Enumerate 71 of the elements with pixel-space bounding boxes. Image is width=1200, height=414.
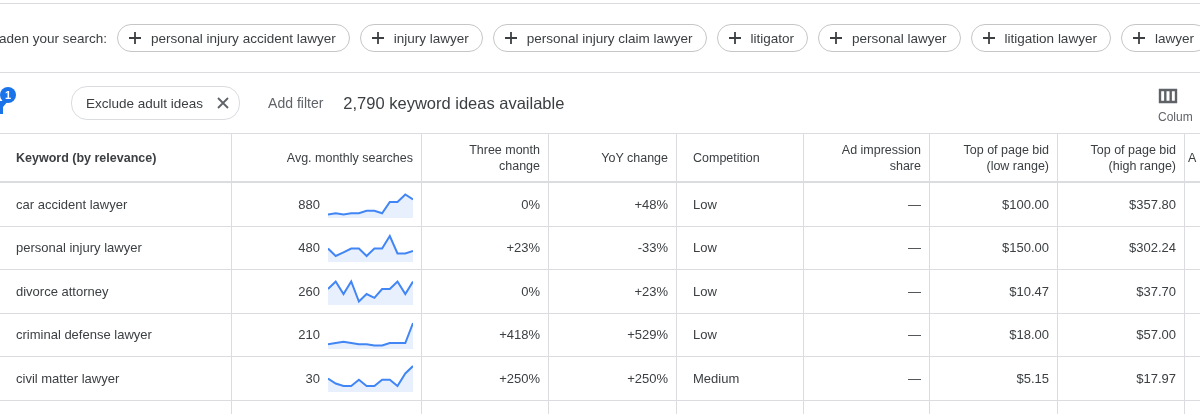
- column-header[interactable]: Keyword (by relevance): [0, 134, 232, 183]
- keyword-chip[interactable]: personal lawyer: [818, 24, 961, 52]
- keyword-chip[interactable]: lawyer: [1120, 24, 1200, 52]
- table-cell: criminal defense lawyer: [16, 327, 152, 343]
- column-header[interactable]: Avg. monthly searches: [232, 134, 422, 183]
- table-cell: $18.00: [1009, 327, 1049, 343]
- table-cell: +250%: [627, 370, 668, 386]
- broaden-label: aden your search:: [0, 30, 108, 46]
- table-cell: 0%: [521, 196, 540, 212]
- table-cell: +23%: [634, 283, 668, 299]
- table-cell: —: [908, 283, 921, 299]
- column-header[interactable]: Top of page bid (low range): [930, 134, 1058, 183]
- filter-chip-label: Exclude adult ideas: [86, 95, 204, 111]
- add-filter-button[interactable]: Add filter: [268, 95, 324, 111]
- table-cell: $37.70: [1136, 283, 1176, 299]
- column-header[interactable]: A: [1185, 134, 1200, 183]
- table-cell: 30: [305, 370, 320, 386]
- keyword-chip[interactable]: litigation lawyer: [970, 24, 1111, 52]
- plus-icon: [370, 31, 385, 45]
- table-cell: $17.97: [1136, 370, 1176, 386]
- column-header[interactable]: Three month change: [422, 134, 549, 183]
- table-cell: Low: [693, 240, 717, 256]
- table-cell: $57.00: [1136, 327, 1176, 343]
- table-cell: 880: [298, 196, 320, 212]
- table-cell: 480: [298, 240, 320, 256]
- close-icon[interactable]: [217, 97, 230, 109]
- table-cell: —: [908, 240, 921, 256]
- table-cell: +418%: [499, 327, 540, 343]
- keyword-chip[interactable]: personal injury accident lawyer: [117, 24, 350, 52]
- plus-icon: [981, 31, 996, 45]
- plus-icon: [727, 31, 742, 45]
- table-cell: Low: [693, 327, 717, 343]
- table-cell: $357.80: [1129, 196, 1176, 212]
- table-cell: +250%: [499, 370, 540, 386]
- table-cell: +529%: [627, 327, 668, 343]
- table-cell: Low: [693, 196, 717, 212]
- table-cell: —: [908, 370, 921, 386]
- plus-icon: [1131, 31, 1146, 45]
- table-cell: divorce attorney: [16, 283, 109, 299]
- table-cell: $302.24: [1129, 240, 1176, 256]
- table-cell: Low: [693, 283, 717, 299]
- table-cell: +23%: [506, 240, 540, 256]
- table-cell: -33%: [637, 240, 668, 256]
- keyword-chip[interactable]: personal injury claim lawyer: [492, 24, 707, 52]
- column-header[interactable]: YoY change: [549, 134, 677, 183]
- columns-icon: [1158, 88, 1178, 104]
- keyword-chip[interactable]: injury lawyer: [359, 24, 483, 52]
- plus-icon: [829, 31, 844, 45]
- plus-icon: [128, 31, 143, 45]
- table-cell: car accident lawyer: [16, 196, 128, 212]
- table-cell: $150.00: [1002, 240, 1049, 256]
- column-header[interactable]: Top of page bid (high range): [1058, 134, 1185, 183]
- table-cell: $5.15: [1016, 370, 1049, 386]
- table-cell: —: [908, 327, 921, 343]
- table-cell: +48%: [634, 196, 668, 212]
- column-header[interactable]: Ad impression share: [804, 134, 930, 183]
- table-cell: personal injury lawyer: [16, 240, 142, 256]
- table-cell: —: [908, 196, 921, 212]
- column-header[interactable]: Competition: [677, 134, 804, 183]
- plus-icon: [503, 31, 518, 45]
- keyword-chip[interactable]: litigator: [716, 24, 809, 52]
- table-cell: 260: [298, 283, 320, 299]
- table-cell: civil matter lawyer: [16, 370, 120, 386]
- table-cell: $10.47: [1009, 283, 1049, 299]
- filter-chip[interactable]: Exclude adult ideas: [71, 86, 241, 120]
- table-cell: $100.00: [1002, 196, 1049, 212]
- table-cell: 0%: [521, 283, 540, 299]
- ideas-count: 2,790 keyword ideas available: [343, 93, 565, 113]
- table-cell: 210: [298, 327, 320, 343]
- columns-button[interactable]: Colum: [1158, 88, 1200, 124]
- table-cell: Medium: [693, 370, 740, 386]
